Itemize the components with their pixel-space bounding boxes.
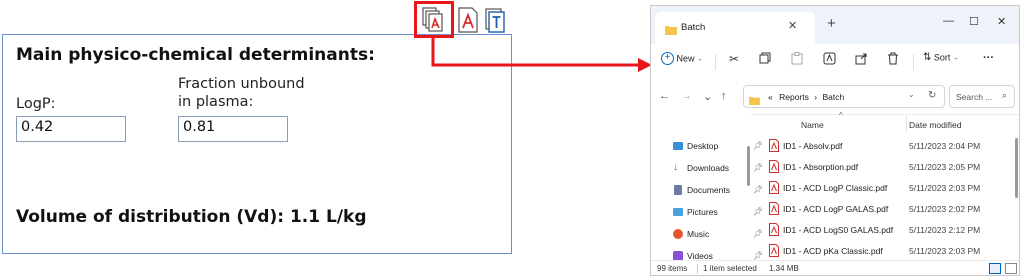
sort-label: Sort — [933, 52, 951, 63]
column-divider[interactable] — [906, 116, 907, 132]
file-explorer-window: Batch ✕ + — ☐ ✕ + New ⌄ ✂ ⇅ Sort ⌄ ··· ←… — [650, 5, 1020, 276]
recent-chevron-icon[interactable]: ⌄ — [703, 90, 712, 103]
back-arrow-icon[interactable]: ← — [659, 90, 670, 102]
status-bar: 99 items 1 item selected 1.34 MB — [651, 260, 1019, 275]
pdf-file-icon — [769, 223, 779, 236]
refresh-icon[interactable]: ↻ — [928, 90, 936, 101]
file-date: 5/11/2023 2:03 PM — [909, 246, 981, 256]
file-date: 5/11/2023 2:03 PM — [909, 183, 981, 193]
nav-label: Documents — [687, 185, 730, 195]
copy-icon[interactable] — [759, 52, 771, 72]
download-icon: ↓ — [673, 162, 678, 173]
file-name: ID1 - Absolv.pdf — [783, 141, 843, 151]
file-name: ID1 - ACD LogP Classic.pdf — [783, 183, 888, 193]
nav-scrollbar[interactable] — [747, 146, 750, 186]
plus-circle-icon: + — [661, 52, 674, 65]
delete-icon[interactable] — [887, 52, 899, 72]
sort-caret-icon: ^ — [839, 111, 843, 120]
share-icon[interactable] — [855, 52, 868, 72]
sort-icon: ⇅ — [923, 52, 932, 64]
breadcrumb-overflow[interactable]: « — [768, 92, 773, 102]
search-icon: ⌕ — [1002, 90, 1008, 100]
selection-status: 1 item selected — [703, 264, 757, 273]
chevron-down-icon: ⌄ — [697, 55, 703, 63]
nav-label: Downloads — [687, 163, 730, 173]
minimize-icon[interactable]: — — [943, 15, 954, 27]
nav-label: Desktop — [687, 141, 719, 151]
address-bar-row: ← → ⌄ ↑ « Reports › Batch ⌄ ↻ Search ...… — [651, 80, 1019, 115]
file-name: ID1 - Absorption.pdf — [783, 162, 859, 172]
file-date: 5/11/2023 2:04 PM — [909, 141, 981, 151]
breadcrumb-separator: › — [814, 92, 818, 102]
search-input[interactable]: Search ... — [956, 92, 992, 102]
close-tab-icon[interactable]: ✕ — [788, 19, 797, 32]
file-row[interactable]: ID1 - Absorption.pdf 5/11/2023 2:05 PM — [755, 157, 1017, 177]
folder-icon — [749, 92, 760, 110]
folder-icon — [665, 22, 677, 40]
tab-title: Batch — [681, 22, 706, 33]
close-window-icon[interactable]: ✕ — [997, 15, 1006, 28]
command-bar: + New ⌄ ✂ ⇅ Sort ⌄ ··· — [651, 44, 1019, 81]
nav-label: Music — [687, 229, 710, 239]
breadcrumb: « Reports › Batch — [768, 92, 844, 102]
column-header-name[interactable]: Name — [801, 120, 824, 130]
breadcrumb-reports[interactable]: Reports — [779, 92, 809, 102]
sort-button[interactable]: ⇅ Sort ⌄ — [923, 52, 959, 72]
chevron-down-icon: ⌄ — [952, 54, 959, 62]
title-bar: Batch ✕ + — ☐ ✕ — [651, 6, 1019, 44]
pdf-file-icon — [769, 160, 779, 173]
file-date: 5/11/2023 2:02 PM — [909, 204, 981, 214]
rename-icon[interactable] — [823, 52, 836, 72]
forward-arrow-icon[interactable]: → — [681, 90, 692, 102]
file-date: 5/11/2023 2:12 PM — [909, 225, 981, 235]
search-box[interactable]: Search ... ⌕ — [949, 85, 1015, 108]
tiles-view-icon[interactable] — [1005, 263, 1017, 274]
file-row[interactable]: ID1 - ACD LogP Classic.pdf 5/11/2023 2:0… — [755, 178, 1017, 198]
file-date: 5/11/2023 2:05 PM — [909, 162, 981, 172]
file-name: ID1 - ACD LogS0 GALAS.pdf — [783, 225, 894, 235]
file-list: ^ Name Date modified ID1 - Absolv.pdf 5/… — [755, 111, 1019, 261]
cut-icon[interactable]: ✂ — [729, 52, 739, 72]
pdf-file-icon — [769, 202, 779, 215]
file-row[interactable]: ID1 - Absolv.pdf 5/11/2023 2:04 PM — [755, 136, 1017, 156]
file-name: ID1 - ACD LogP GALAS.pdf — [783, 204, 889, 214]
file-list-scrollbar[interactable] — [1015, 138, 1018, 198]
breadcrumb-batch[interactable]: Batch — [822, 92, 844, 102]
paste-icon[interactable] — [791, 52, 803, 72]
tab-batch[interactable]: Batch ✕ — [655, 12, 815, 44]
chevron-down-icon[interactable]: ⌄ — [908, 90, 915, 99]
file-row[interactable]: ID1 - ACD pKa Classic.pdf 5/11/2023 2:03… — [755, 241, 1017, 261]
file-row[interactable]: ID1 - ACD LogP GALAS.pdf 5/11/2023 2:02 … — [755, 199, 1017, 219]
documents-icon — [674, 185, 682, 195]
pictures-icon — [673, 208, 683, 216]
desktop-icon — [673, 142, 683, 150]
item-count: 99 items — [657, 264, 688, 273]
selection-size: 1.34 MB — [769, 264, 799, 273]
maximize-icon[interactable]: ☐ — [969, 15, 979, 28]
music-icon — [673, 229, 683, 239]
new-label: New — [676, 53, 695, 64]
file-name: ID1 - ACD pKa Classic.pdf — [783, 246, 883, 256]
pdf-file-icon — [769, 181, 779, 194]
new-tab-icon[interactable]: + — [827, 15, 836, 32]
file-row[interactable]: ID1 - ACD LogS0 GALAS.pdf 5/11/2023 2:12… — [755, 220, 1017, 240]
up-arrow-icon[interactable]: ↑ — [721, 90, 727, 102]
more-options-button[interactable]: ··· — [983, 52, 994, 72]
nav-label: Pictures — [687, 207, 718, 217]
pdf-file-icon — [769, 139, 779, 152]
details-view-icon[interactable] — [989, 263, 1001, 274]
new-button[interactable]: + New ⌄ — [661, 52, 703, 72]
navigation-pane: Desktop 📌︎ ↓ Downloads 📌︎ Documents 📌︎ P… — [651, 114, 763, 261]
pdf-file-icon — [769, 244, 779, 257]
column-header-date[interactable]: Date modified — [909, 120, 961, 130]
address-bar[interactable]: « Reports › Batch ⌄ ↻ — [743, 85, 945, 108]
